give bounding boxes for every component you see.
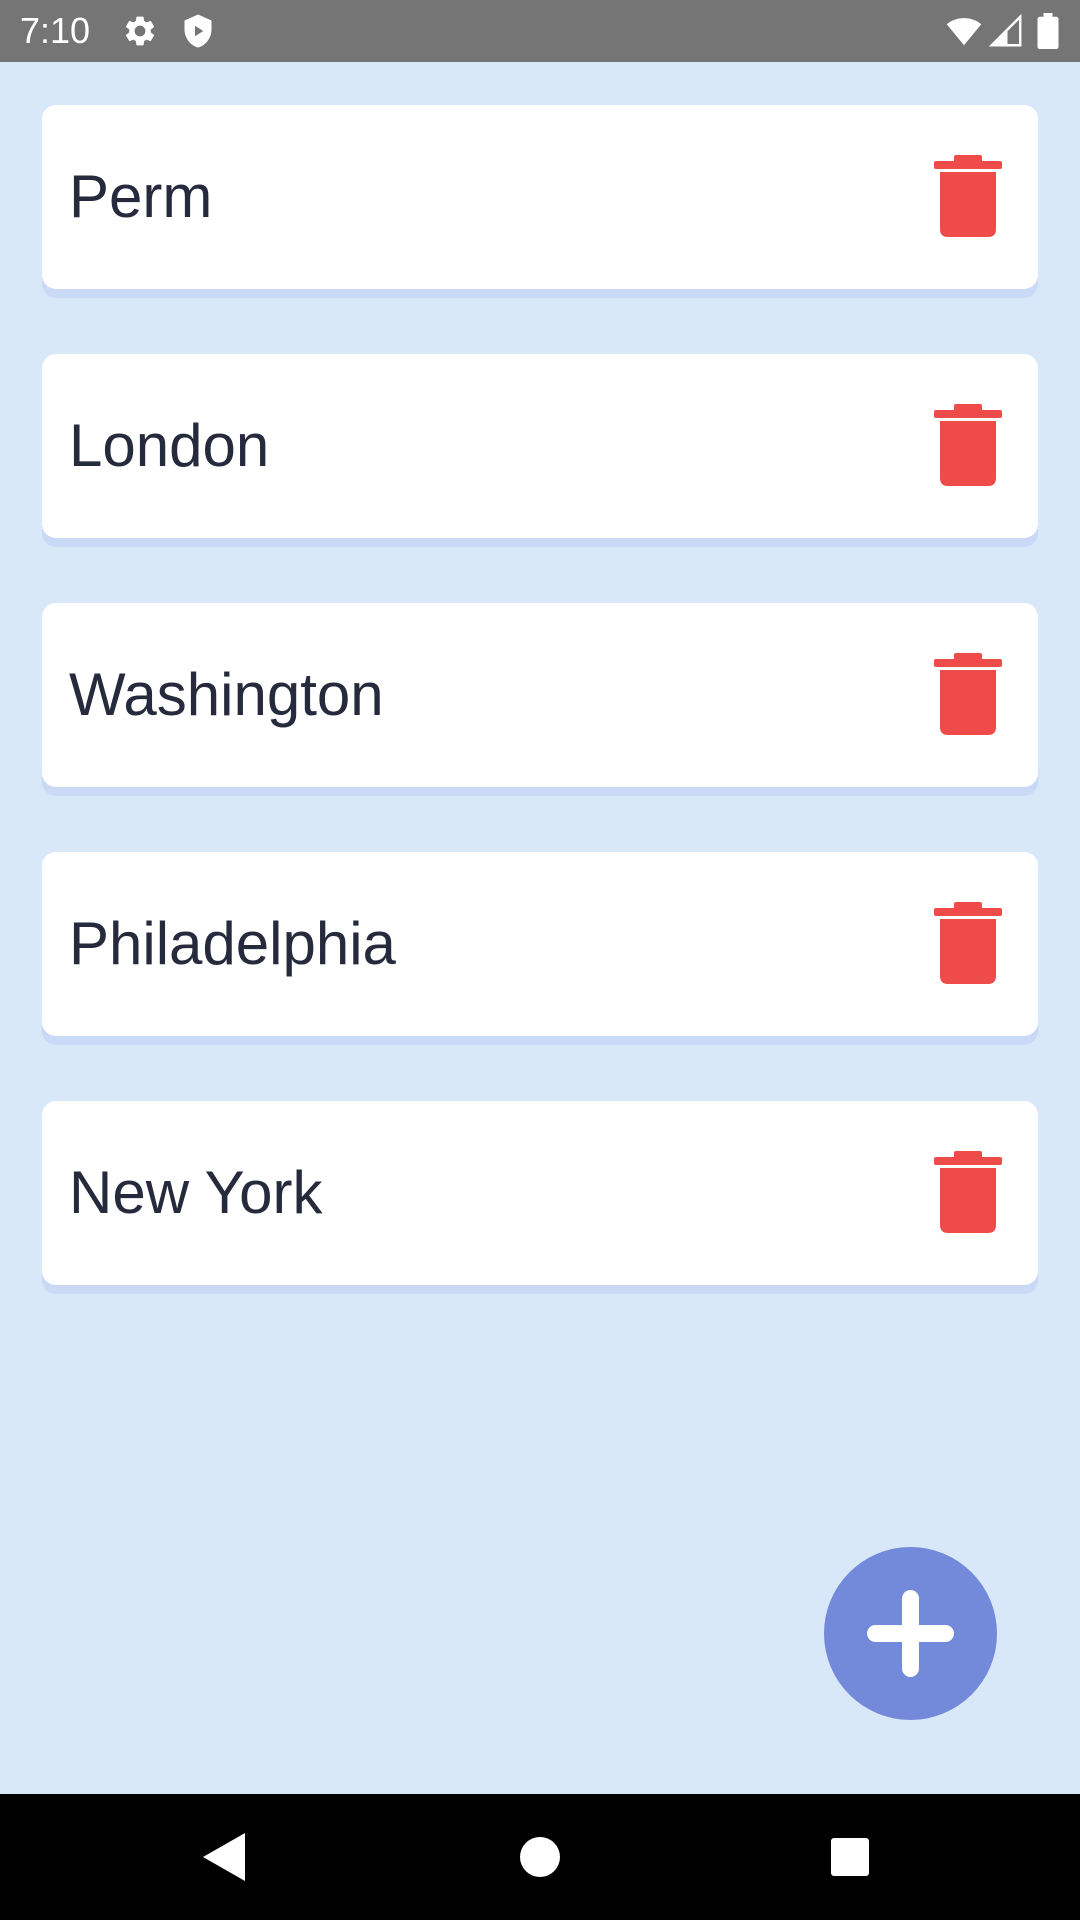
shield-icon (180, 13, 216, 49)
recents-button[interactable] (820, 1827, 880, 1887)
list-item[interactable]: Philadelphia (42, 852, 1038, 1036)
list-item[interactable]: Washington (42, 603, 1038, 787)
plus-icon (867, 1590, 954, 1677)
city-name: New York (69, 1159, 323, 1226)
add-city-button[interactable] (824, 1547, 997, 1720)
status-time: 7:10 (20, 10, 91, 51)
app-screen: 7:10 Perm London Washington Philadelphia… (0, 0, 1080, 1920)
back-button[interactable] (195, 1827, 255, 1887)
trash-icon (934, 404, 1002, 486)
delete-button[interactable] (934, 1151, 1002, 1233)
delete-button[interactable] (934, 404, 1002, 486)
gear-icon (122, 13, 158, 49)
trash-icon (934, 155, 1002, 237)
list-item[interactable]: New York (42, 1101, 1038, 1285)
city-name: Washington (69, 661, 384, 728)
delete-button[interactable] (934, 902, 1002, 984)
city-name: Philadelphia (69, 910, 396, 977)
home-icon (520, 1837, 560, 1877)
city-name: Perm (69, 163, 213, 230)
delete-button[interactable] (934, 155, 1002, 237)
city-list: Perm London Washington Philadelphia New … (42, 105, 1038, 1350)
cell-signal-icon (988, 13, 1024, 49)
trash-icon (934, 1151, 1002, 1233)
navigation-bar (0, 1794, 1080, 1920)
delete-button[interactable] (934, 653, 1002, 735)
list-item[interactable]: London (42, 354, 1038, 538)
list-item[interactable]: Perm (42, 105, 1038, 289)
recents-icon (831, 1838, 869, 1876)
city-name: London (69, 412, 270, 479)
battery-icon (1036, 13, 1060, 49)
back-icon (203, 1833, 245, 1881)
status-bar: 7:10 (0, 0, 1080, 62)
wifi-icon (944, 13, 984, 49)
trash-icon (934, 902, 1002, 984)
home-button[interactable] (510, 1827, 570, 1887)
trash-icon (934, 653, 1002, 735)
